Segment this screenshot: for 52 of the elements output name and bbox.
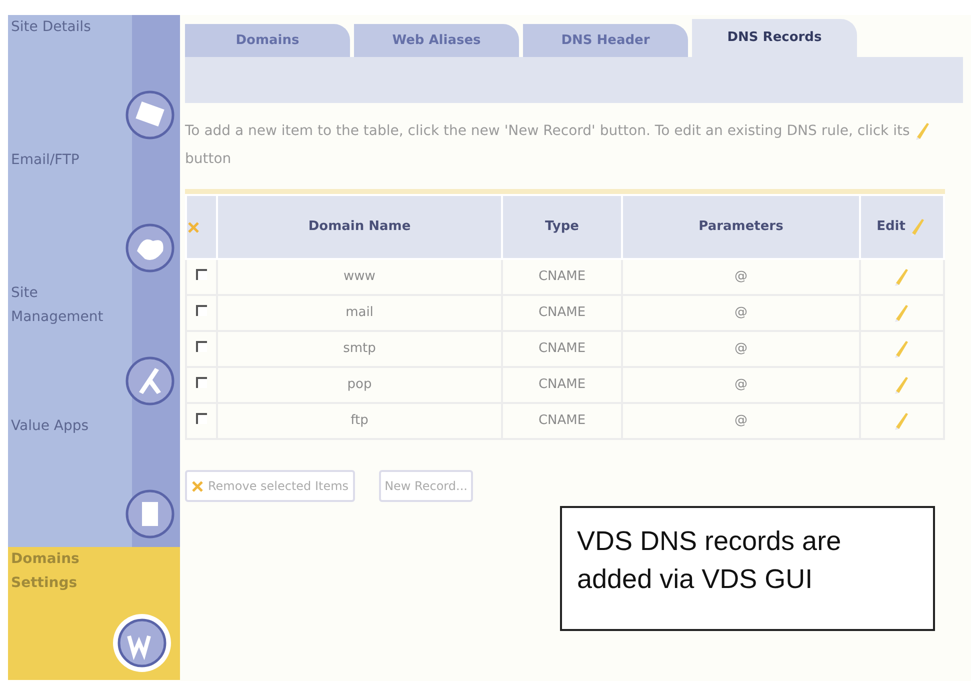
column-header: Type: [502, 195, 622, 259]
new-record-button[interactable]: New Record...: [378, 470, 474, 502]
tab[interactable]: DNS Header: [523, 24, 688, 57]
column-header: Domain Name: [217, 195, 502, 259]
tab[interactable]: Domains: [185, 24, 350, 57]
table-cell: www: [217, 259, 502, 295]
row-checkbox[interactable]: [196, 305, 207, 316]
row-checkbox[interactable]: [196, 377, 207, 388]
tab[interactable]: DNS Records: [692, 19, 857, 57]
table-cell: ftp: [217, 403, 502, 439]
table-cell: CNAME: [502, 331, 622, 367]
app-icon: [125, 489, 175, 539]
callout-text: VDS DNS records are added via VDS GUI: [577, 525, 842, 596]
cross-icon: [191, 480, 204, 492]
pencil-icon: [893, 338, 911, 359]
table-cell: smtp: [217, 331, 502, 367]
pencil-icon: [893, 266, 911, 287]
row-checkbox[interactable]: [196, 269, 207, 280]
sidebar-label: Value Apps: [11, 417, 89, 436]
pencil-icon: [893, 302, 911, 323]
sidebar-item[interactable]: Value Apps: [8, 414, 180, 547]
cross-icon: [187, 220, 200, 234]
sidebar-label: Site Management: [11, 284, 104, 327]
card-icon: [125, 90, 175, 140]
table-cell: @: [622, 331, 860, 367]
sidebar-label: Site Details: [11, 18, 91, 37]
column-header: Edit: [876, 218, 906, 236]
table-cell: CNAME: [502, 259, 622, 295]
sidebar-label: Domains Settings: [11, 550, 80, 593]
table-cell: CNAME: [502, 367, 622, 403]
table-cell: @: [622, 403, 860, 439]
sidebar-label: Email/FTP: [11, 151, 80, 170]
table-cell: mail: [217, 295, 502, 331]
row-checkbox[interactable]: [196, 341, 207, 352]
table-cell: pop: [217, 367, 502, 403]
table-cell: @: [622, 295, 860, 331]
row-checkbox[interactable]: [196, 413, 207, 424]
sidebar-item[interactable]: Site Details: [8, 15, 180, 148]
remove-selected-button[interactable]: Remove selected Items: [185, 470, 355, 502]
table-cell: CNAME: [502, 295, 622, 331]
tools-icon: [125, 356, 175, 406]
instructions-text: To add a new item to the table, click the new 'New Record' button. To edit an existing DNS rule, click its button: [185, 117, 963, 173]
pencil-icon: [893, 410, 911, 431]
column-header: Parameters: [622, 195, 860, 259]
table-cell: CNAME: [502, 403, 622, 439]
tab[interactable]: Web Aliases: [354, 24, 519, 57]
sidebar-item[interactable]: Domains Settings: [8, 547, 180, 680]
table-cell: @: [622, 259, 860, 295]
sidebar-item[interactable]: Site Management: [8, 281, 180, 414]
table-cell: @: [622, 367, 860, 403]
sidebar-item[interactable]: Email/FTP: [8, 148, 180, 281]
pencil-icon: [893, 374, 911, 395]
